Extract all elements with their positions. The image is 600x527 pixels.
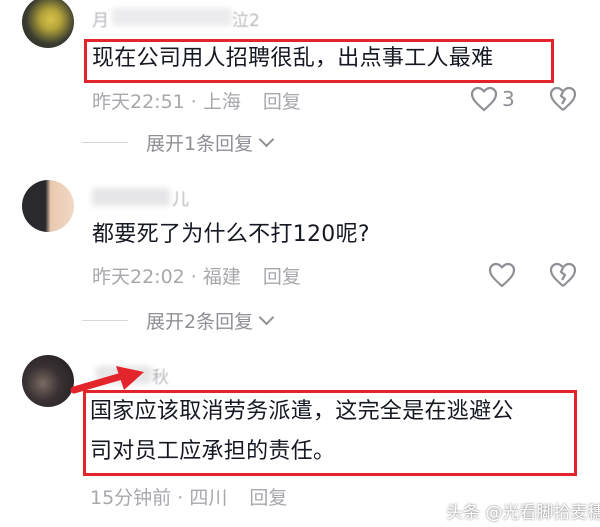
blurred-username [92,188,170,206]
broken-heart-icon[interactable] [549,86,577,112]
blurred-username [112,8,232,26]
watermark: 头条 @光看脚拾麦穗 [446,503,600,523]
heart-icon[interactable] [470,86,498,112]
comment-time: 昨天22:02 [92,266,185,288]
comment-time: 15分钟前 [90,487,172,509]
meta-separator: · [184,266,203,288]
heart-icon[interactable] [488,262,516,288]
reply-button[interactable]: 回复 [249,487,287,509]
divider-line [82,320,128,321]
avatar[interactable] [22,0,74,48]
meta-separator: · [184,91,203,113]
avatar[interactable] [22,355,74,407]
reply-button[interactable]: 回复 [263,91,301,113]
expand-replies-button[interactable]: 展开2条回复 [82,307,275,334]
username-fragment: 儿 [172,190,189,210]
comment-text: 都要死了为什么不打120呢? [92,222,370,247]
chevron-down-icon [258,309,275,326]
comment-location: 四川 [189,487,228,509]
highlight-box [83,390,577,476]
username-fragment-2: 泣2 [232,11,260,31]
comment-meta: 昨天22:02 · 福建 回复 [92,262,301,289]
comment-time: 昨天22:51 [92,91,185,113]
meta-separator: · [171,487,190,509]
expand-replies-label: 展开2条回复 [146,311,254,333]
expand-replies-button[interactable]: 展开1条回复 [82,129,275,156]
comment-location: 福建 [202,266,241,288]
like-count: 3 [502,87,515,111]
reply-button[interactable]: 回复 [263,266,301,288]
comment-meta: 昨天22:51 · 上海 回复 [92,87,301,114]
username-fragment: 月 [92,11,109,31]
username-fragment: 秋 [152,368,169,388]
comment-location: 上海 [202,91,241,113]
divider-line [82,142,128,143]
expand-replies-label: 展开1条回复 [146,133,254,155]
broken-heart-icon[interactable] [549,262,577,288]
comment-meta: 15分钟前 · 四川 回复 [90,483,287,510]
chevron-down-icon [258,131,275,148]
avatar[interactable] [22,180,74,232]
highlight-box [84,39,554,83]
